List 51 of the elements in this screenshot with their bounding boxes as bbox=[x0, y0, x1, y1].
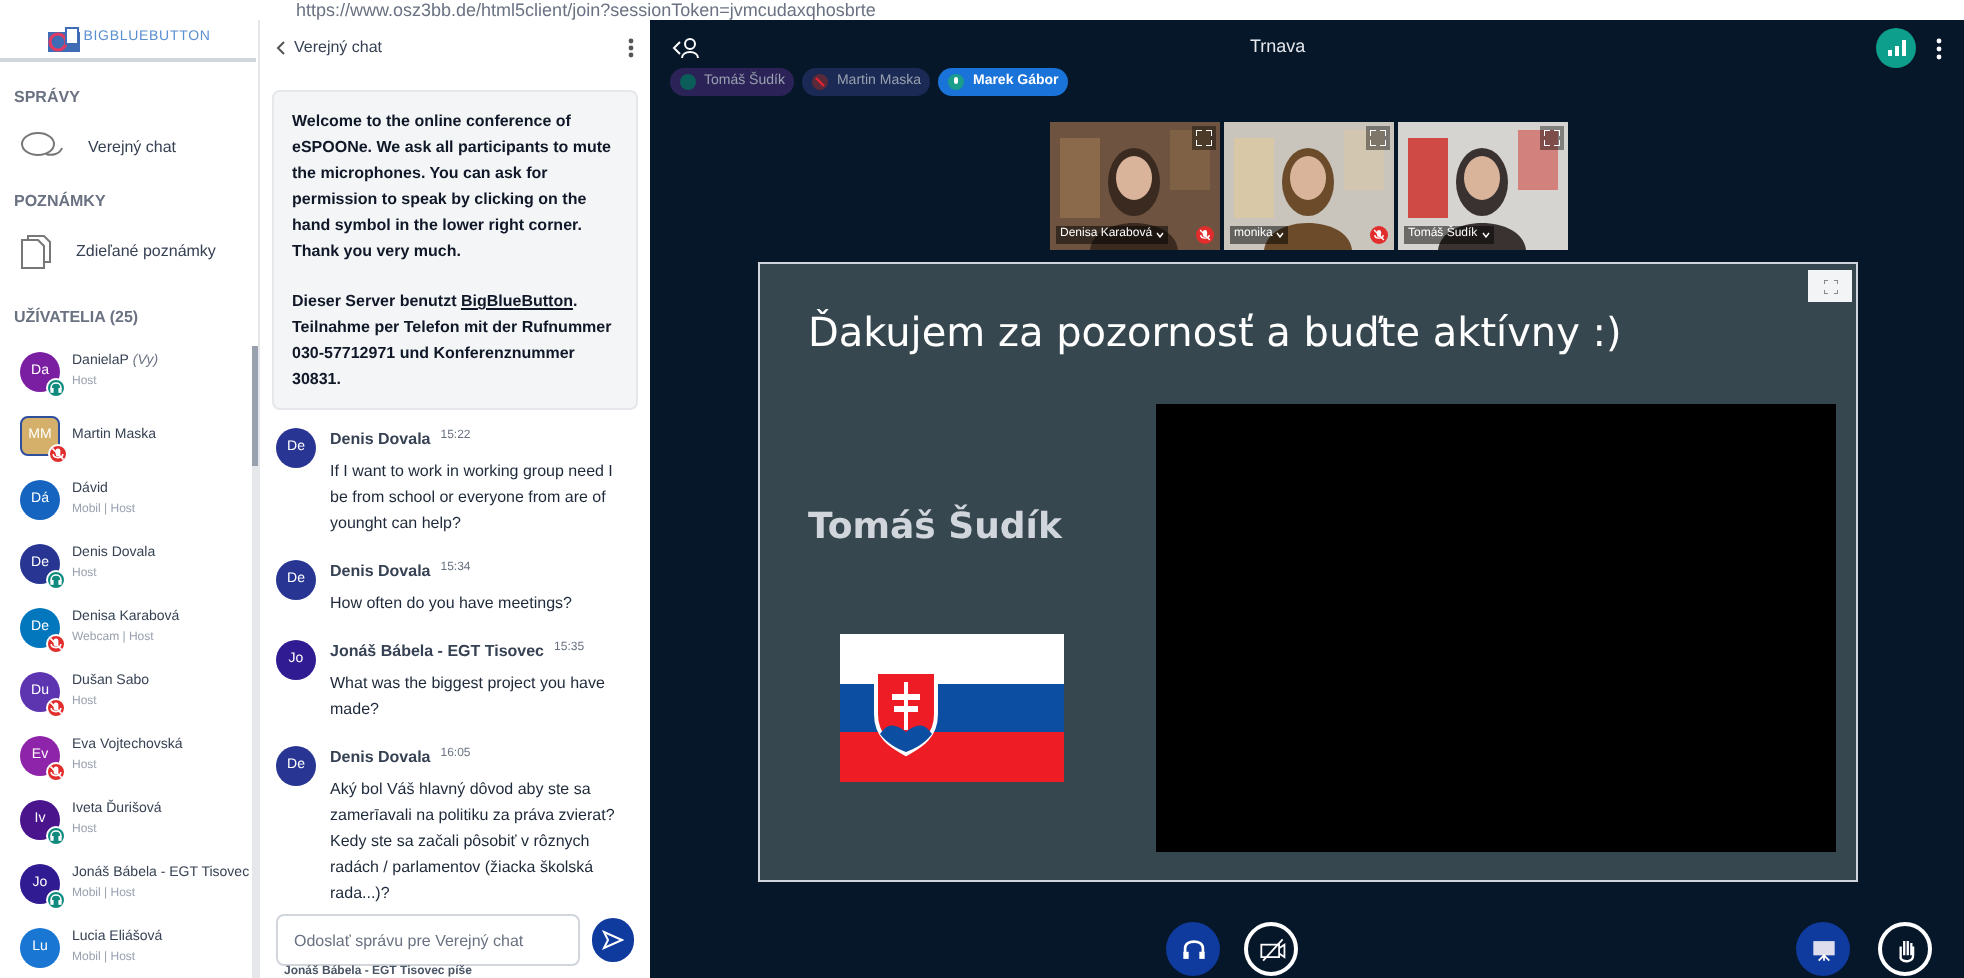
sidebar-item[interactable]: Zdieľané poznámky bbox=[0, 230, 258, 274]
message-author: Jonáš Bábela - EGT Tisovec bbox=[330, 640, 545, 664]
sidebar-item[interactable]: Verejný chat bbox=[0, 126, 258, 170]
expand-icon bbox=[1823, 279, 1837, 293]
document-icon bbox=[20, 234, 52, 270]
message-text: If I want to work in working group need I be from school or everyone from are of younght can help? bbox=[330, 460, 615, 536]
welcome-message: Welcome to the online conference of eSPOONe. We ask all participants to mute the microphones. You can ask for permission to speak by clicking on the hand symbol in the lower right corner. Thank you very much. bbox=[292, 110, 613, 264]
scrollbar[interactable] bbox=[252, 346, 258, 466]
caret-icon bbox=[1156, 232, 1165, 238]
status-icon bbox=[680, 74, 696, 90]
message-text: What was the biggest project you have made? bbox=[330, 672, 607, 722]
section-title: POZNÁMKY bbox=[12, 190, 108, 214]
back-icon bbox=[276, 40, 286, 56]
status-icon bbox=[948, 74, 965, 90]
section-title: SPRÁVY bbox=[12, 86, 82, 110]
connection-status[interactable] bbox=[1876, 28, 1916, 68]
signal-icon bbox=[1887, 40, 1905, 56]
section-title: UŽÍVATELIA (25) bbox=[12, 306, 141, 330]
link[interactable]: BigBlueButton bbox=[460, 292, 573, 310]
flag-icon bbox=[840, 634, 1064, 782]
speaker-name: Tomáš Šudík bbox=[808, 502, 1062, 552]
expand-button[interactable] bbox=[1540, 126, 1564, 150]
expand-icon bbox=[1544, 130, 1560, 146]
message-text: Aký bol Váš hlavný dôvod aby ste sa zamerīavali na politiku za práva zvierat? Kedy ste sa začali pôsobiť v rôznych radách / parlamentov (žiacka školská rada...)? bbox=[330, 778, 617, 906]
users-toggle-icon[interactable] bbox=[672, 36, 700, 60]
send-icon bbox=[601, 930, 624, 950]
expand-icon bbox=[1196, 130, 1212, 146]
message-author: Denis Dovala bbox=[330, 746, 431, 770]
send-button[interactable] bbox=[591, 918, 634, 962]
hand-button[interactable] bbox=[1878, 922, 1932, 976]
status-icon bbox=[812, 74, 829, 90]
caret-icon bbox=[1276, 232, 1285, 238]
message-author: Denis Dovala bbox=[330, 428, 431, 452]
url-text: https://www.osz3bb.de/html5client/join?sessionToken=jvmcudaxqhosbrte bbox=[296, 0, 876, 20]
back-button[interactable]: Verejný chat bbox=[276, 36, 383, 60]
more-icon[interactable] bbox=[1936, 37, 1942, 59]
expand-button[interactable] bbox=[1192, 126, 1216, 150]
presentation-button[interactable] bbox=[1796, 922, 1850, 976]
logo-icon bbox=[45, 25, 82, 53]
expand-icon bbox=[1370, 130, 1386, 146]
camera-off-icon bbox=[1255, 933, 1287, 965]
server-note: Dieser Server benutzt BigBlueButton. Teilnahme per Telefon mit der Rufnummer 030-57712971 und Konferenznummer 30831. bbox=[292, 290, 614, 392]
audio-button[interactable] bbox=[1166, 922, 1220, 976]
message-input[interactable]: Odoslať správu pre Verejný chat bbox=[276, 914, 580, 966]
camera-button[interactable] bbox=[1244, 922, 1298, 976]
caret-icon bbox=[1481, 232, 1490, 238]
more-icon[interactable] bbox=[628, 38, 634, 58]
message-text: How often do you have meetings? bbox=[330, 592, 572, 616]
meeting-title: Trnava bbox=[1250, 34, 1306, 61]
message-author: Denis Dovala bbox=[330, 560, 431, 584]
slide-heading: Ďakujem za pozornosť a buďte aktívny :) bbox=[808, 306, 1622, 360]
